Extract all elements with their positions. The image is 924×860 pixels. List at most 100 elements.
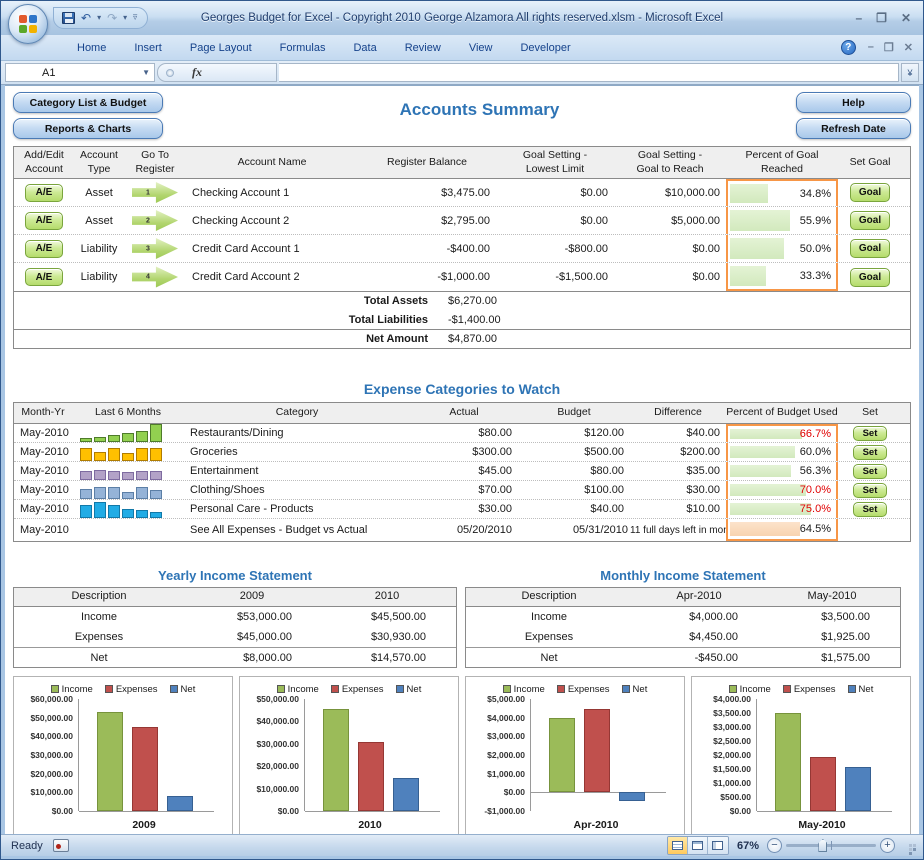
goal-progress-bar: [730, 184, 768, 203]
set-goal-button[interactable]: Goal: [850, 239, 890, 258]
legend-item: Expenses: [105, 684, 158, 695]
formula-bar-expand-icon[interactable]: ¥: [901, 63, 919, 82]
zoom-level[interactable]: 67%: [737, 840, 759, 852]
income-statement-chart[interactable]: IncomeExpensesNet $4,000.00$3,500.00$3,0…: [691, 676, 911, 834]
ribbon-tab-review[interactable]: Review: [393, 38, 453, 58]
zoom-in-button[interactable]: +: [880, 838, 895, 853]
income-statements: Yearly Income Statement Description20092…: [13, 568, 911, 668]
expense-header-cell: Budget: [518, 406, 630, 419]
name-box-dropdown-icon[interactable]: ▼: [142, 68, 150, 77]
redo-icon[interactable]: ↷: [107, 12, 117, 24]
y-axis-tick-label: $2,000.00: [487, 750, 525, 760]
set-budget-button[interactable]: Set: [853, 426, 887, 441]
legend-swatch-icon: [105, 685, 113, 693]
go-to-register-arrow[interactable]: 3: [132, 238, 178, 260]
undo-icon[interactable]: ↶: [81, 12, 91, 24]
ribbon-tab-developer[interactable]: Developer: [508, 38, 582, 58]
income-row-value: $30,930.00: [320, 631, 454, 643]
total-label: Total Assets: [14, 295, 428, 307]
help-button[interactable]: Help: [796, 92, 911, 113]
legend-item: Net: [396, 684, 422, 695]
set-budget-button[interactable]: Set: [853, 445, 887, 460]
sparkline-bar: [150, 448, 162, 461]
insert-function-button[interactable]: fx: [192, 65, 202, 80]
go-to-register-arrow[interactable]: 4: [132, 266, 178, 288]
see-all-expenses-link[interactable]: See All Expenses - Budget vs Actual: [184, 519, 410, 541]
sparkline-chart: [72, 481, 162, 499]
formula-input[interactable]: [279, 63, 899, 82]
set-goal-button[interactable]: Goal: [850, 211, 890, 230]
sparkline-bar: [122, 453, 134, 461]
goal-percent-value: 33.3%: [800, 270, 831, 282]
reports-charts-button[interactable]: Reports & Charts: [13, 118, 163, 139]
set-goal-button[interactable]: Goal: [850, 183, 890, 202]
qat-customize-icon[interactable]: ▿̅: [133, 14, 137, 22]
normal-view-button[interactable]: [668, 837, 688, 854]
close-button[interactable]: ✕: [901, 11, 911, 25]
accounts-table-body: A/E Asset 1 Checking Account 1 $3,475.00…: [14, 179, 910, 291]
yearly-income-title: Yearly Income Statement: [13, 568, 457, 583]
page-layout-view-button[interactable]: [688, 837, 708, 854]
monthly-income-title: Monthly Income Statement: [465, 568, 901, 583]
page-break-view-button[interactable]: [708, 837, 728, 854]
redo-dropdown-icon[interactable]: ▾: [123, 14, 127, 22]
legend-item: Net: [848, 684, 874, 695]
expense-category: Restaurants/Dining: [184, 424, 410, 442]
x-axis-line: [305, 811, 440, 812]
sparkline-bar: [136, 448, 148, 461]
zoom-slider-handle[interactable]: [818, 839, 827, 852]
income-statement-chart[interactable]: IncomeExpensesNet $5,000.00$4,000.00$3,0…: [465, 676, 685, 834]
office-button[interactable]: [8, 4, 48, 44]
accounts-header-cell: Add/Edit Account: [14, 149, 74, 175]
restore-button[interactable]: ❐: [876, 11, 887, 25]
bar-net: [619, 792, 645, 800]
account-type: Liability: [74, 235, 124, 262]
workbook-close-button[interactable]: ✕: [904, 41, 913, 54]
expense-header-cell: Percent of Budget Used: [726, 406, 838, 419]
add-edit-account-button[interactable]: A/E: [25, 268, 63, 286]
category-list-budget-button[interactable]: Category List & Budget: [13, 92, 163, 113]
excel-window: ↶▾ ↷▾ ▿̅ Georges Budget for Excel - Copy…: [0, 0, 924, 860]
fx-dot-icon: [166, 69, 174, 77]
help-icon[interactable]: ?: [841, 40, 856, 55]
resize-grip-icon[interactable]: [905, 840, 917, 852]
minimize-button[interactable]: –: [855, 11, 862, 25]
ribbon-tab-home[interactable]: Home: [65, 38, 118, 58]
set-budget-button[interactable]: Set: [853, 464, 887, 479]
undo-dropdown-icon[interactable]: ▾: [97, 14, 101, 22]
income-row-value: $4,000.00: [632, 611, 766, 623]
ribbon-tab-view[interactable]: View: [457, 38, 505, 58]
income-row: Net$8,000.00$14,570.00: [14, 647, 456, 667]
chart-plot-area: [304, 699, 440, 811]
income-statement-chart[interactable]: IncomeExpensesNet $50,000.00$40,000.00$3…: [239, 676, 459, 834]
add-edit-account-button[interactable]: A/E: [25, 240, 63, 258]
save-icon[interactable]: [62, 12, 75, 24]
totals-row: Total Assets $6,270.00: [14, 291, 910, 310]
expense-actual: $300.00: [410, 443, 518, 461]
income-row: Income$53,000.00$45,500.00: [14, 607, 456, 627]
set-goal-button[interactable]: Goal: [850, 268, 890, 287]
set-budget-button[interactable]: Set: [853, 483, 887, 498]
days-left-note: 11 full days left in month: [630, 519, 726, 541]
refresh-date-button[interactable]: Refresh Date: [796, 118, 911, 139]
ribbon-tab-formulas[interactable]: Formulas: [268, 38, 338, 58]
ribbon-tab-page-layout[interactable]: Page Layout: [178, 38, 264, 58]
zoom-out-button[interactable]: −: [767, 838, 782, 853]
go-to-register-arrow[interactable]: 2: [132, 210, 178, 232]
zoom-slider-track[interactable]: [786, 844, 876, 847]
ribbon-tab-data[interactable]: Data: [341, 38, 388, 58]
go-to-register-arrow[interactable]: 1: [132, 182, 178, 204]
workbook-restore-button[interactable]: ❐: [884, 41, 894, 54]
percent-goal-cell: 50.0%: [726, 235, 838, 262]
add-edit-account-button[interactable]: A/E: [25, 184, 63, 202]
add-edit-account-button[interactable]: A/E: [25, 212, 63, 230]
expense-category: Personal Care - Products: [184, 500, 410, 518]
macro-record-icon[interactable]: [53, 839, 69, 852]
income-statement-chart[interactable]: IncomeExpensesNet $60,000.00$50,000.00$4…: [13, 676, 233, 834]
workbook-minimize-button[interactable]: –: [868, 41, 874, 54]
set-budget-button[interactable]: Set: [853, 502, 887, 517]
ribbon-tab-insert[interactable]: Insert: [122, 38, 174, 58]
y-axis-tick-label: $1,000.00: [713, 778, 751, 788]
name-box[interactable]: A1 ▼: [5, 63, 155, 82]
income-row-label: Income: [14, 611, 184, 623]
